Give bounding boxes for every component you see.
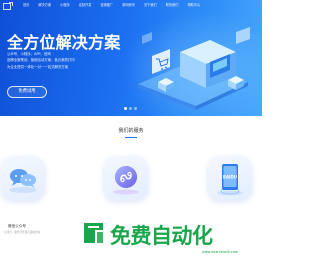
baidu-app-icon: BAIDU [217, 164, 243, 196]
nav-item-about[interactable]: 关于我们 [141, 2, 160, 9]
service-card-wechat[interactable] [1, 156, 45, 200]
nav-item-custom-dev[interactable]: 定制开发 [76, 2, 95, 9]
section-title-underline [125, 137, 137, 138]
nav-item-contact[interactable]: 联系我们 [163, 2, 182, 9]
hero-description: 公众号、小程序、APP、官网 品牌全案策划、营销活动方案、各元素的打印 为企业提… [7, 51, 117, 70]
carousel-dots [124, 107, 139, 110]
nav-item-help[interactable]: 帮助中心 [184, 2, 203, 9]
nav-menu: 首页 解决方案 小程序 定制开发 营销推广 新闻资讯 关于我们 联系我们 帮助中… [20, 2, 206, 9]
hero-description-line: 为企业提供一体化一对一一站式解决方案 [7, 64, 69, 69]
nav-item-solutions[interactable]: 解决方案 [35, 2, 54, 9]
service-card-baidu[interactable]: BAIDU [208, 156, 252, 200]
section-title: 我们的服务 [118, 128, 144, 134]
carousel-dot[interactable] [134, 107, 137, 110]
mini-program-icon [113, 166, 139, 195]
top-navbar: 首页 解决方案 小程序 定制开发 营销推广 新闻资讯 关于我们 联系我们 帮助中… [0, 0, 262, 14]
watermark-logo-icon [84, 223, 103, 243]
free-trial-button[interactable]: 免费试用 [7, 86, 47, 98]
logo-icon[interactable] [3, 2, 13, 11]
watermark-url: www.mianfeizdh.com [202, 250, 239, 254]
carousel-dot[interactable] [129, 107, 132, 110]
hero-illustration [138, 27, 250, 110]
service-card-mini-program[interactable] [104, 156, 148, 200]
nav-item-news[interactable]: 新闻资讯 [119, 2, 138, 9]
chat-bubbles-icon [9, 169, 37, 193]
nav-item-home[interactable]: 首页 [20, 2, 32, 9]
watermark-text: 免费自动化 [110, 224, 213, 248]
hero-banner: 首页 解决方案 小程序 定制开发 营销推广 新闻资讯 关于我们 联系我们 帮助中… [0, 0, 262, 116]
carousel-dot[interactable] [124, 107, 127, 110]
svg-text:BAIDU: BAIDU [223, 175, 237, 180]
service-card-description: 订阅号、服务号开发与运营支持 [4, 231, 41, 234]
nav-item-marketing[interactable]: 营销推广 [97, 2, 116, 9]
service-card-label: 微信公众号 [8, 224, 26, 228]
nav-item-mini-program[interactable]: 小程序 [57, 2, 73, 9]
hero-title: 全方位解决方案 [7, 33, 121, 52]
